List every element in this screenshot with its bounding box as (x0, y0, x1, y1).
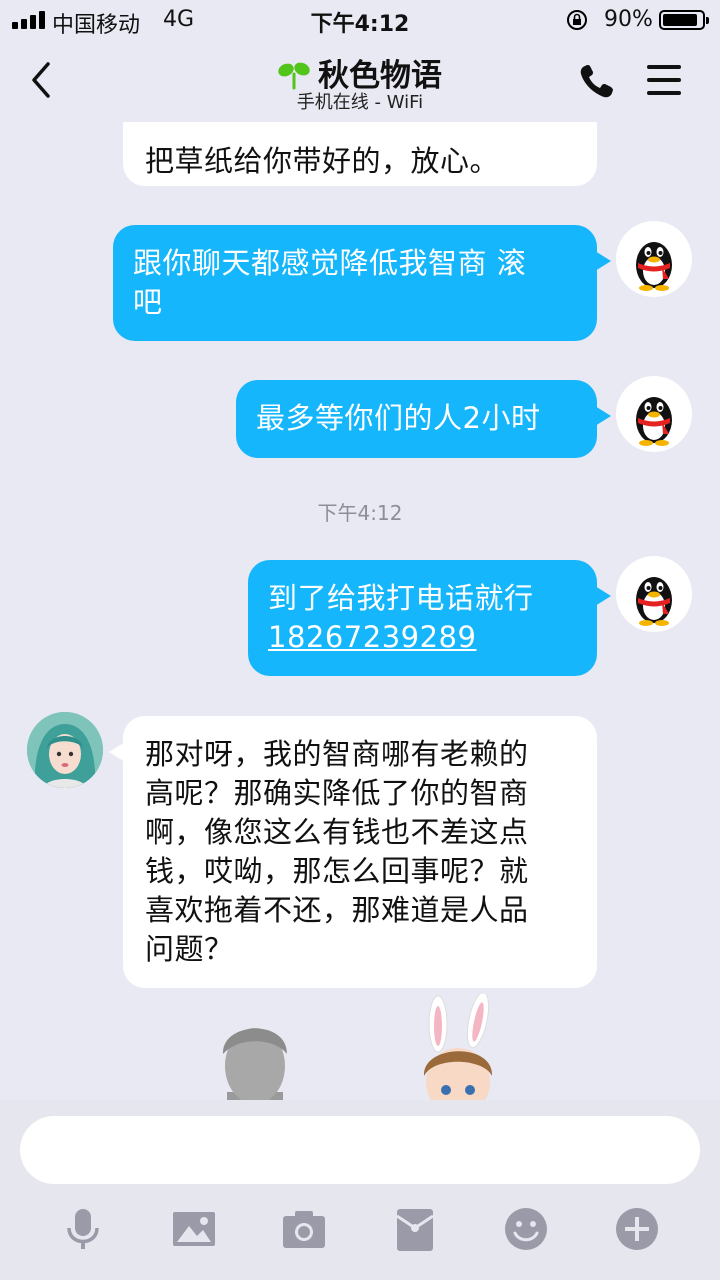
emoji-icon[interactable] (501, 1204, 551, 1254)
message-line: 钱，哎呦，那怎么回事呢？就 (145, 854, 529, 888)
message-bubble-outgoing[interactable]: 最多等你们的人2小时 (236, 380, 611, 458)
orientation-lock-icon (567, 10, 587, 30)
plus-icon[interactable] (612, 1204, 662, 1254)
message-line: 问题？ (145, 932, 234, 966)
message-bubble-incoming[interactable]: 那对呀，我的智商哪有老赖的 高呢？那确实降低了你的智商 啊，像您这么有钱也不差这… (109, 716, 597, 988)
message-line: 喜欢拖着不还，那难道是人品 (145, 893, 529, 927)
message-input[interactable] (20, 1116, 700, 1184)
message-list[interactable]: 把草纸给你带好的，放心。 跟你聊天都感觉降低我智商 滚 吧 最多等你们的人2小时 (0, 122, 720, 1100)
camera-icon[interactable] (279, 1204, 329, 1254)
my-avatar[interactable] (616, 221, 692, 297)
battery-icon (659, 10, 709, 30)
sprout-icon (278, 62, 310, 90)
battery-percentage: 90% (604, 7, 653, 32)
grey-figure-avatar-icon (222, 1028, 287, 1100)
message-timestamp: 下午4:12 (317, 501, 403, 525)
status-bar: 中国移动 4G 下午4:12 90% (0, 0, 720, 40)
message-text: 把草纸给你带好的，放心。 (145, 144, 500, 178)
my-avatar[interactable] (616, 556, 692, 632)
message-line: 那对呀，我的智商哪有老赖的 (145, 737, 529, 771)
phone-number-link[interactable]: 18267239289 (268, 620, 476, 654)
my-avatar[interactable] (616, 376, 692, 452)
penguin-avatar-icon (636, 397, 672, 446)
phone-call-button[interactable] (575, 60, 619, 104)
message-bubble-incoming[interactable]: 把草纸给你带好的，放心。 (123, 122, 597, 186)
message-bubble-outgoing[interactable]: 跟你聊天都感觉降低我智商 滚 吧 (113, 225, 611, 341)
menu-button[interactable] (643, 60, 687, 100)
message-line: 吧 (133, 285, 163, 319)
contact-avatar[interactable] (27, 712, 103, 788)
chat-header: 秋色物语 手机在线 - WiFi (0, 40, 720, 122)
microphone-icon[interactable] (58, 1204, 108, 1254)
message-bubble-outgoing[interactable]: 到了给我打电话就行 18267239289 (248, 560, 611, 676)
message-text: 最多等你们的人2小时 (256, 401, 541, 435)
message-line: 跟你聊天都感觉降低我智商 滚 (133, 246, 527, 280)
girl-avatar-icon (27, 712, 103, 788)
penguin-avatar-icon (636, 242, 672, 291)
chat-input-bar (0, 1100, 720, 1280)
red-packet-icon[interactable] (390, 1204, 440, 1254)
message-line: 高呢？那确实降低了你的智商 (145, 776, 529, 810)
message-line: 到了给我打电话就行 (268, 581, 534, 615)
bunny-ears-avatar-icon (423, 994, 493, 1100)
image-icon[interactable] (169, 1204, 219, 1254)
message-line: 啊，像您这么有钱也不差这点 (145, 815, 529, 849)
penguin-avatar-icon (636, 577, 672, 626)
